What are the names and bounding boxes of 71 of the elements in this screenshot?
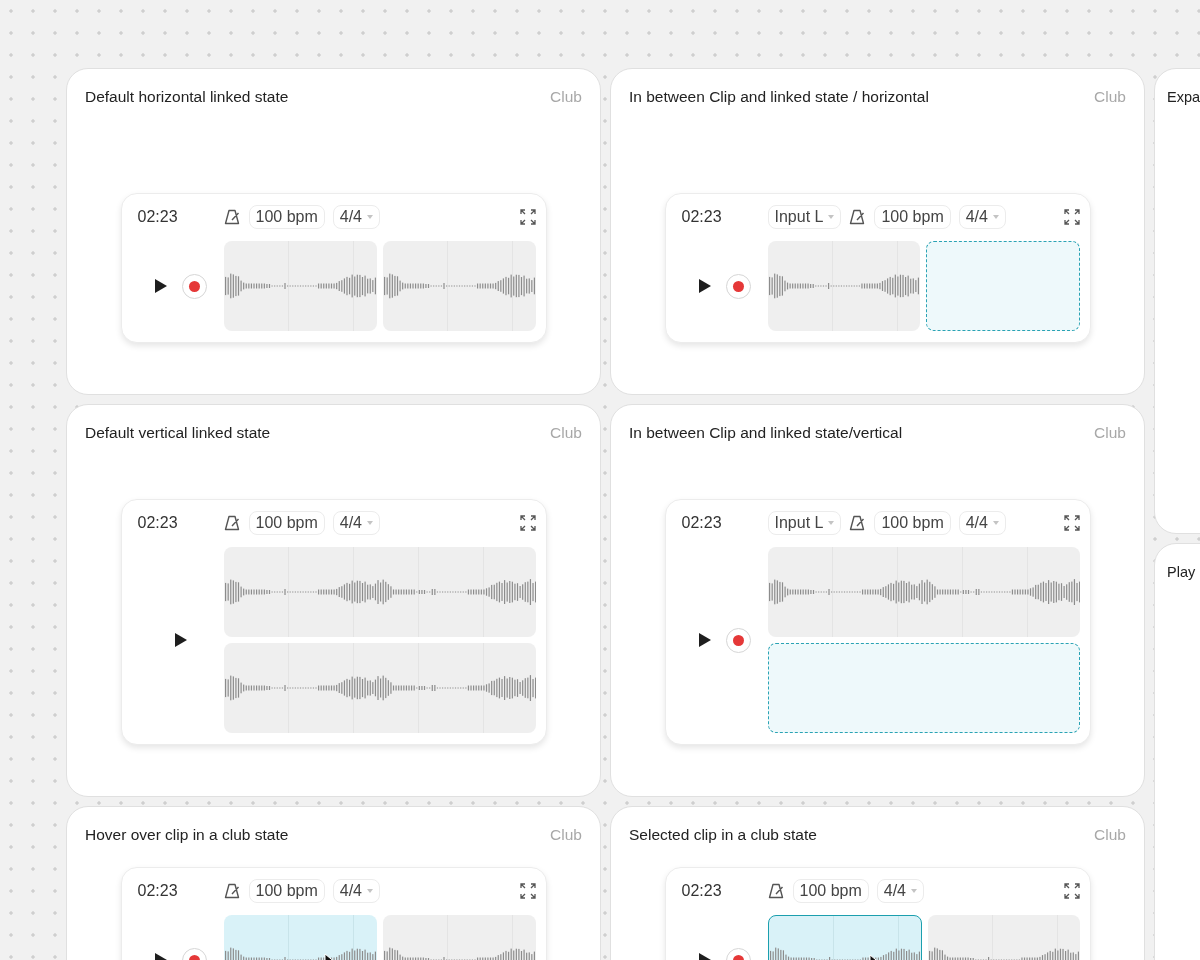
caret-icon	[992, 215, 999, 219]
time-label: 02:23	[681, 513, 723, 533]
input-dropdown[interactable]: Input L	[767, 205, 842, 229]
panel-tag: Club	[550, 423, 582, 443]
metronome-icon[interactable]	[849, 208, 867, 226]
panel-title: Hover over clip in a club state	[85, 825, 289, 845]
bpm-field[interactable]: 100 bpm	[874, 511, 951, 535]
bpm-field[interactable]: 100 bpm	[792, 879, 869, 903]
expand-icon[interactable]	[1063, 883, 1080, 899]
expand-icon[interactable]	[1063, 209, 1080, 225]
panel-title: Play	[1167, 563, 1196, 582]
expand-icon[interactable]	[519, 515, 536, 531]
play-icon	[154, 279, 168, 293]
bpm-field[interactable]: 100 bpm	[248, 205, 325, 229]
caret-icon	[828, 215, 835, 219]
bpm-field[interactable]: 100 bpm	[248, 511, 325, 535]
time-label: 02:23	[137, 881, 179, 901]
expand-icon[interactable]	[519, 883, 536, 899]
time-label: 02:23	[137, 207, 179, 227]
audio-clip[interactable]	[382, 241, 536, 331]
panel-title: Selected clip in a club state	[629, 825, 817, 845]
bpm-field[interactable]: 100 bpm	[248, 879, 325, 903]
caret-icon	[911, 889, 917, 893]
meter-dropdown[interactable]: 4/4	[958, 205, 1006, 229]
play-button[interactable]	[154, 279, 168, 293]
caret-icon	[367, 521, 373, 525]
panel-tag: Club	[1094, 825, 1126, 845]
time-label: 02:23	[681, 207, 723, 227]
meter-dropdown[interactable]: 4/4	[958, 511, 1006, 535]
play-button[interactable]	[698, 633, 712, 647]
panel-title: In between Clip and linked state / horizontal	[629, 87, 929, 107]
panel-title: Default vertical linked state	[85, 423, 271, 443]
panel-title: In between Clip and linked state/vertical	[629, 423, 903, 443]
meter-dropdown[interactable]: 4/4	[332, 511, 380, 535]
record-button[interactable]	[726, 627, 751, 653]
input-dropdown[interactable]: Input L	[767, 511, 842, 535]
audio-clip[interactable]	[767, 241, 920, 331]
caret-icon	[992, 521, 999, 525]
play-icon	[173, 633, 188, 647]
expand-icon[interactable]	[519, 209, 536, 225]
panel-title: Default horizontal linked state	[85, 87, 289, 107]
caret-icon	[828, 521, 835, 525]
meter-dropdown[interactable]: 4/4	[332, 205, 380, 229]
metronome-icon[interactable]	[849, 514, 867, 532]
meter-dropdown[interactable]: 4/4	[332, 879, 380, 903]
bpm-field[interactable]: 100 bpm	[874, 205, 951, 229]
caret-icon	[367, 215, 373, 219]
expand-icon[interactable]	[1063, 515, 1080, 531]
panel-tag: Club	[1094, 87, 1126, 107]
time-label: 02:23	[681, 881, 723, 901]
audio-clip[interactable]	[223, 241, 377, 331]
audio-clip[interactable]	[767, 547, 1080, 637]
panel-tag: Club	[1094, 423, 1126, 443]
record-button[interactable]	[726, 273, 751, 299]
record-button[interactable]	[182, 273, 207, 299]
panel-tag: Club	[550, 825, 582, 845]
panel-tag: Club	[550, 87, 582, 107]
play-icon	[698, 279, 712, 293]
play-button[interactable]	[698, 279, 712, 293]
caret-icon	[367, 889, 373, 893]
audio-clip[interactable]	[223, 547, 536, 637]
audio-clip[interactable]	[223, 643, 536, 733]
play-icon	[698, 633, 712, 647]
panel-title: Expa	[1167, 88, 1200, 107]
metronome-icon[interactable]	[223, 514, 241, 532]
meter-dropdown[interactable]: 4/4	[876, 879, 924, 903]
metronome-icon[interactable]	[223, 208, 241, 226]
play-button[interactable]	[173, 633, 188, 647]
metronome-icon[interactable]	[767, 882, 785, 900]
metronome-icon[interactable]	[223, 882, 241, 900]
time-label: 02:23	[137, 513, 179, 533]
